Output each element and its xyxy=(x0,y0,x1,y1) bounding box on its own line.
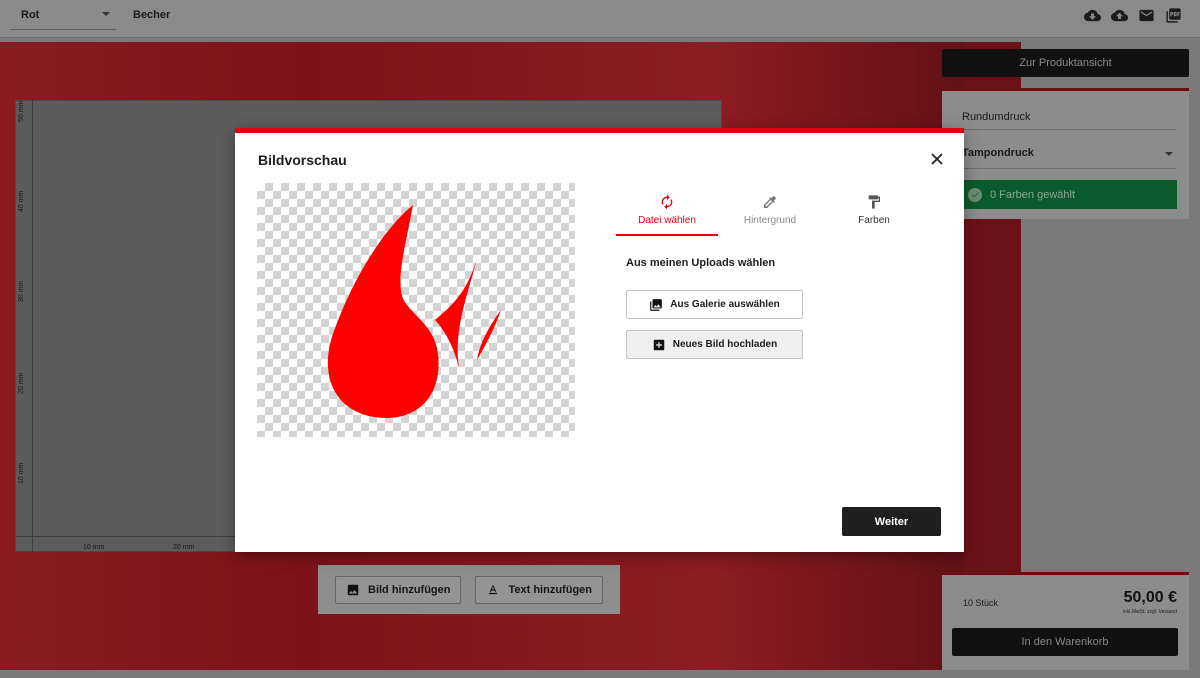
chevron-down-icon xyxy=(1165,152,1173,156)
tab-farben[interactable]: Farben xyxy=(823,188,925,236)
vertical-ruler xyxy=(15,100,33,552)
uploads-heading: Aus meinen Uploads wählen xyxy=(626,257,776,269)
color-select-value: Rot xyxy=(21,9,40,21)
cloud-upload-icon[interactable] xyxy=(1110,6,1128,24)
paint-roller-icon xyxy=(866,194,882,210)
add-text-button[interactable]: Text hinzufügen xyxy=(475,575,603,604)
tab-label: Datei wählen xyxy=(638,215,696,226)
color-select[interactable]: Rot xyxy=(10,0,116,30)
image-preview-dialog: Bildvorschau Datei wählen Hintergrund Fa… xyxy=(235,128,964,552)
gallery-select-button[interactable]: Aus Galerie auswählen xyxy=(626,290,803,319)
gallery-select-label: Aus Galerie auswählen xyxy=(670,299,780,310)
print-method-select[interactable]: Tampondruck xyxy=(962,147,1176,159)
add-element-bar: Bild hinzufügen Text hinzufügen xyxy=(318,565,620,614)
pdf-icon[interactable] xyxy=(1164,6,1182,24)
divider xyxy=(962,129,1176,130)
add-image-label: Bild hinzufügen xyxy=(368,583,451,596)
price-note: inkl.MwSt. zzgl. Versand xyxy=(1122,609,1177,615)
upload-new-image-label: Neues Bild hochladen xyxy=(672,339,778,350)
flame-logo-image xyxy=(327,205,501,418)
ruler-label: 50 mm xyxy=(18,100,25,122)
quantity-label: 10 Stück xyxy=(963,598,999,608)
mail-icon[interactable] xyxy=(1137,6,1155,24)
bottom-strip xyxy=(0,670,1200,678)
add-text-label: Text hinzufügen xyxy=(508,583,592,596)
eyedropper-icon xyxy=(762,194,778,210)
print-type-label[interactable]: Rundumdruck xyxy=(962,111,1176,123)
ruler-label: 10 mm xyxy=(83,544,105,551)
tab-label: Hintergrund xyxy=(743,215,797,226)
print-options-card: Rundumdruck Tampondruck 0 Farben gewählt xyxy=(942,88,1189,219)
check-icon xyxy=(968,187,982,202)
image-preview xyxy=(257,183,575,437)
colors-status-text: 0 Farben gewählt xyxy=(990,188,1075,201)
product-name[interactable]: Becher xyxy=(133,9,170,21)
tab-label: Farben xyxy=(858,215,890,226)
divider xyxy=(962,168,1176,169)
tab-hintergrund[interactable]: Hintergrund xyxy=(719,188,821,236)
top-toolbar: Rot Becher xyxy=(0,0,1200,38)
upload-new-image-button[interactable]: Neues Bild hochladen xyxy=(626,330,803,359)
cloud-download-icon[interactable] xyxy=(1083,6,1101,24)
close-icon[interactable] xyxy=(930,152,944,166)
add-box-icon xyxy=(653,339,665,350)
add-to-cart-button[interactable]: In den Warenkorb xyxy=(952,628,1178,656)
chevron-down-icon xyxy=(102,12,110,16)
photo-library-icon xyxy=(650,298,663,311)
ruler-label: 10 mm xyxy=(18,462,25,484)
toolbar-actions xyxy=(1083,6,1182,24)
ruler-label: 20 mm xyxy=(18,372,25,394)
price-card: 10 Stück 50,00 € inkl.MwSt. zzgl. Versan… xyxy=(942,572,1189,670)
tab-datei-waehlen[interactable]: Datei wählen xyxy=(616,188,718,236)
product-view-button[interactable]: Zur Produktansicht xyxy=(942,49,1189,77)
add-image-button[interactable]: Bild hinzufügen xyxy=(335,575,462,604)
dialog-title: Bildvorschau xyxy=(258,152,347,168)
next-button[interactable]: Weiter xyxy=(842,507,941,536)
colors-status-badge[interactable]: 0 Farben gewählt xyxy=(962,180,1177,209)
ruler-label: 20 mm xyxy=(173,544,195,551)
refresh-icon xyxy=(659,194,675,210)
price-value: 50,00 € xyxy=(1123,589,1177,606)
ruler-label: 40 mm xyxy=(18,190,25,212)
dialog-tabs: Datei wählen Hintergrund Farben xyxy=(615,188,945,238)
image-icon xyxy=(347,584,359,595)
ruler-label: 30 mm xyxy=(18,280,25,302)
text-icon xyxy=(489,584,498,594)
